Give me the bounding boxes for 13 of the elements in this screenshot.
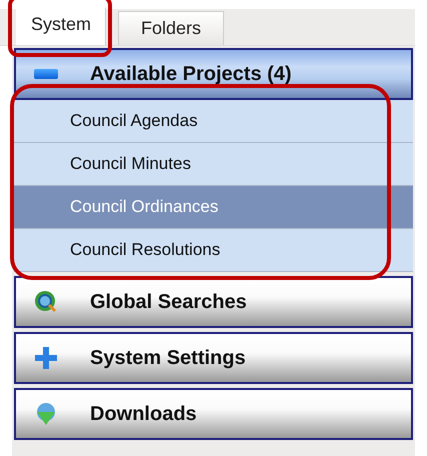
- plus-icon: [34, 346, 58, 370]
- section-header[interactable]: System Settings: [14, 332, 413, 384]
- section-header[interactable]: Available Projects (4): [14, 48, 413, 100]
- download-icon: [34, 402, 58, 426]
- minus-icon[interactable]: [34, 69, 58, 79]
- section-header[interactable]: Downloads: [14, 388, 413, 440]
- project-item[interactable]: Council Resolutions: [14, 229, 413, 272]
- tab[interactable]: Folders: [118, 11, 224, 45]
- project-item[interactable]: Council Agendas: [14, 100, 413, 143]
- tab[interactable]: System: [16, 7, 106, 45]
- section-header[interactable]: Global Searches: [14, 276, 413, 328]
- globe-search-icon: [34, 290, 58, 314]
- project-item[interactable]: Council Minutes: [14, 143, 413, 186]
